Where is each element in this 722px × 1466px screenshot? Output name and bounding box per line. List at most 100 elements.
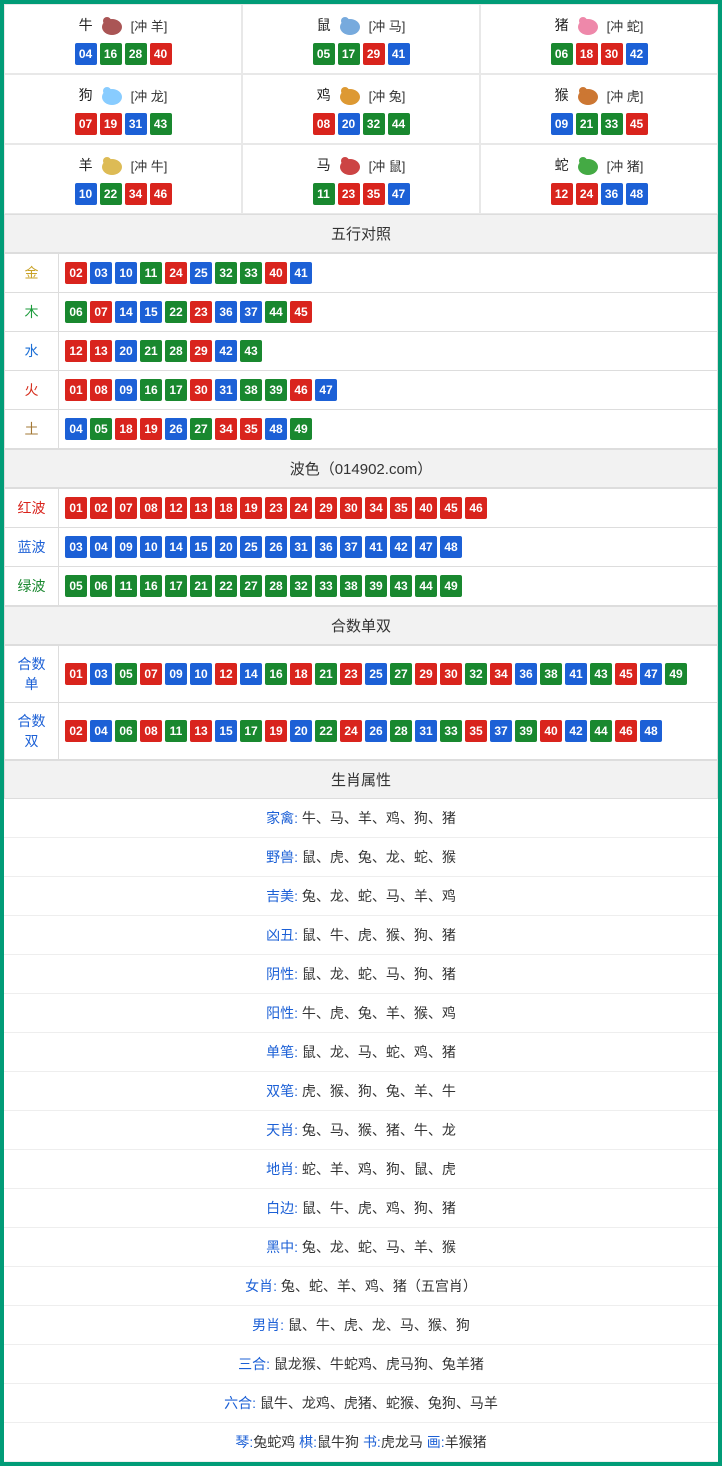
zodiac-clash: [冲 羊]: [131, 16, 168, 35]
number-ball: 46: [290, 379, 312, 401]
attr-row: 阳性: 牛、虎、兔、羊、猴、鸡: [4, 994, 718, 1033]
number-ball: 48: [265, 418, 287, 440]
number-ball: 48: [440, 536, 462, 558]
number-ball: 04: [65, 418, 87, 440]
number-ball: 32: [465, 663, 487, 685]
number-ball: 28: [165, 340, 187, 362]
attr-row: 六合: 鼠牛、龙鸡、虎猪、蛇猴、兔狗、马羊: [4, 1384, 718, 1423]
number-ball: 31: [215, 379, 237, 401]
number-ball: 15: [190, 536, 212, 558]
zodiac-clash: [冲 龙]: [131, 86, 168, 105]
zodiac-icon: [95, 83, 129, 107]
table-row: 水1213202128294243: [5, 332, 718, 371]
number-ball: 46: [465, 497, 487, 519]
number-ball: 08: [140, 497, 162, 519]
zodiac-icon: [333, 83, 367, 107]
table-row: 合数双0204060811131517192022242628313335373…: [5, 703, 718, 760]
attr-value: 鼠、牛、虎、鸡、狗、猪: [298, 1200, 456, 1216]
attr-value: 兔、龙、蛇、马、羊、猴: [298, 1239, 456, 1255]
zodiac-clash: [冲 猪]: [607, 156, 644, 175]
number-ball: 31: [415, 720, 437, 742]
number-ball: 20: [115, 340, 137, 362]
number-ball: 30: [601, 43, 623, 65]
zodiac-balls: 08203244: [247, 113, 475, 135]
wuxing-table: 金02031011242532334041木060714152223363744…: [4, 253, 718, 449]
number-ball: 44: [590, 720, 612, 742]
zodiac-icon: [571, 83, 605, 107]
zodiac-name: 羊: [79, 155, 93, 175]
number-ball: 33: [240, 262, 262, 284]
number-ball: 27: [390, 663, 412, 685]
number-ball: 46: [615, 720, 637, 742]
number-ball: 47: [388, 183, 410, 205]
number-ball: 43: [390, 575, 412, 597]
number-ball: 06: [90, 575, 112, 597]
number-ball: 42: [626, 43, 648, 65]
number-ball: 07: [115, 497, 137, 519]
row-label: 水: [5, 332, 59, 371]
attr-row: 男肖: 鼠、牛、虎、龙、马、猴、狗: [4, 1306, 718, 1345]
number-ball: 40: [150, 43, 172, 65]
number-ball: 45: [290, 301, 312, 323]
number-ball: 08: [140, 720, 162, 742]
number-ball: 08: [313, 113, 335, 135]
number-ball: 48: [640, 720, 662, 742]
number-ball: 23: [340, 663, 362, 685]
number-ball: 46: [150, 183, 172, 205]
number-ball: 16: [265, 663, 287, 685]
row-label: 红波: [5, 489, 59, 528]
attr-value: 鼠、牛、虎、猴、狗、猪: [298, 927, 456, 943]
number-ball: 20: [338, 113, 360, 135]
table-row: 绿波05061116172122272832333839434449: [5, 567, 718, 606]
number-ball: 19: [265, 720, 287, 742]
number-ball: 25: [190, 262, 212, 284]
number-ball: 47: [315, 379, 337, 401]
attr-value: 鼠、牛、虎、龙、马、猴、狗: [284, 1317, 470, 1333]
number-ball: 24: [165, 262, 187, 284]
number-ball: 24: [290, 497, 312, 519]
zodiac-clash: [冲 牛]: [131, 156, 168, 175]
number-ball: 38: [540, 663, 562, 685]
number-ball: 06: [551, 43, 573, 65]
number-ball: 19: [100, 113, 122, 135]
number-ball: 35: [465, 720, 487, 742]
number-ball: 33: [440, 720, 462, 742]
number-ball: 30: [440, 663, 462, 685]
footer-value: 鼠牛狗: [317, 1434, 363, 1450]
number-ball: 11: [140, 262, 162, 284]
row-balls: 06071415222336374445: [59, 293, 718, 332]
number-ball: 19: [240, 497, 262, 519]
zodiac-balls: 12243648: [485, 183, 713, 205]
table-row: 红波0102070812131819232429303435404546: [5, 489, 718, 528]
zodiac-cell: 猪[冲 蛇]06183042: [480, 4, 718, 74]
zodiac-cell: 蛇[冲 猪]12243648: [480, 144, 718, 214]
number-ball: 39: [515, 720, 537, 742]
number-ball: 44: [415, 575, 437, 597]
number-ball: 03: [90, 663, 112, 685]
number-ball: 41: [565, 663, 587, 685]
table-row: 火0108091617303138394647: [5, 371, 718, 410]
row-label: 蓝波: [5, 528, 59, 567]
zodiac-cell: 羊[冲 牛]10223446: [4, 144, 242, 214]
zodiac-name: 牛: [79, 15, 93, 35]
bose-table: 红波0102070812131819232429303435404546蓝波03…: [4, 488, 718, 606]
number-ball: 40: [265, 262, 287, 284]
number-ball: 13: [90, 340, 112, 362]
number-ball: 30: [340, 497, 362, 519]
zodiac-balls: 04162840: [9, 43, 237, 65]
number-ball: 26: [265, 536, 287, 558]
number-ball: 47: [640, 663, 662, 685]
number-ball: 49: [440, 575, 462, 597]
number-ball: 17: [338, 43, 360, 65]
zodiac-icon: [571, 153, 605, 177]
footer-groups: 琴:兔蛇鸡 棋:鼠牛狗 书:虎龙马 画:羊猴猪: [4, 1423, 718, 1462]
row-balls: 0102070812131819232429303435404546: [59, 489, 718, 528]
number-ball: 28: [265, 575, 287, 597]
number-ball: 05: [115, 663, 137, 685]
number-ball: 13: [190, 720, 212, 742]
number-ball: 41: [365, 536, 387, 558]
zodiac-name: 猴: [555, 85, 569, 105]
number-ball: 16: [140, 575, 162, 597]
zodiac-cell: 猴[冲 虎]09213345: [480, 74, 718, 144]
row-balls: 03040910141520252631363741424748: [59, 528, 718, 567]
